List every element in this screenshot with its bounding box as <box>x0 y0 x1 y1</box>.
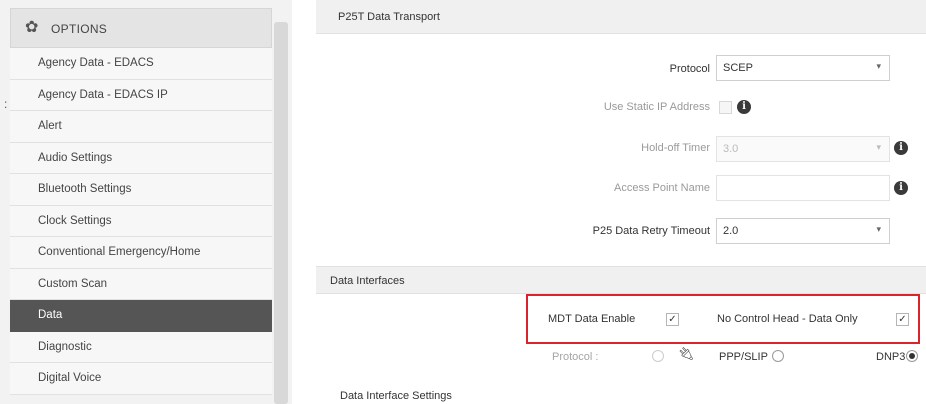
ppp-slip-radio[interactable] <box>772 350 784 362</box>
dnp3-label: DNP3 <box>876 351 906 363</box>
no-control-head-label: No Control Head - Data Only <box>717 313 858 325</box>
protocol-value: SCEP <box>723 62 753 74</box>
data-interfaces-title: Data Interfaces <box>330 275 405 287</box>
protocol-label: Protocol <box>669 63 710 75</box>
serial-protocol-radio[interactable] <box>652 350 664 362</box>
apn-info-icon[interactable]: i <box>894 181 908 195</box>
protocol-select[interactable]: SCEP ▾ <box>716 55 890 81</box>
options-menu: Agency Data - EDACS Agency Data - EDACS … <box>10 48 272 395</box>
static-ip-label: Use Static IP Address <box>603 101 710 113</box>
data-interfaces-header: Data Interfaces <box>316 266 926 294</box>
apn-label: Access Point Name <box>614 182 710 194</box>
holdoff-timer-label: Hold-off Timer <box>641 142 710 154</box>
sidebar-item-conventional-emergency-home[interactable]: Conventional Emergency/Home <box>10 237 272 269</box>
retry-timeout-value: 2.0 <box>723 225 739 237</box>
holdoff-timer-select[interactable]: 3.0 ▾ <box>716 136 890 162</box>
options-header[interactable]: ✿ OPTIONS <box>10 8 272 48</box>
static-ip-checkbox[interactable] <box>719 101 732 114</box>
sidebar-item-diagnostic[interactable]: Diagnostic <box>10 331 272 363</box>
data-interface-settings-title: Data Interface Settings <box>340 390 452 402</box>
options-title: OPTIONS <box>51 22 108 36</box>
holdoff-info-icon[interactable]: i <box>894 141 908 155</box>
sidebar-item-agency-data-edacs-ip[interactable]: Agency Data - EDACS IP <box>10 79 272 111</box>
chevron-down-icon: ▾ <box>876 61 881 71</box>
ppp-slip-label: PPP/SLIP <box>719 351 768 363</box>
retry-timeout-label: P25 Data Retry Timeout <box>592 225 710 237</box>
apn-field[interactable] <box>716 175 890 201</box>
interface-protocol-label: Protocol : <box>552 351 599 363</box>
holdoff-timer-value: 3.0 <box>723 143 739 155</box>
options-sidebar: ✿ OPTIONS Agency Data - EDACS Agency Dat… <box>0 0 292 404</box>
sidebar-item-digital-voice[interactable]: Digital Voice <box>10 363 272 395</box>
plug-icon: 🔌︎ <box>678 346 695 361</box>
dnp3-radio[interactable] <box>906 350 918 362</box>
static-ip-info-icon[interactable]: i <box>737 100 751 114</box>
sidebar-scrollbar[interactable] <box>274 22 288 404</box>
main-panel: P25T Data Transport Protocol SCEP ▾ Use … <box>316 0 926 404</box>
sidebar-item-data[interactable]: Data <box>10 300 272 332</box>
chevron-down-icon: ▾ <box>876 142 881 152</box>
retry-timeout-select[interactable]: 2.0 ▾ <box>716 218 890 244</box>
panel-divider <box>292 0 316 404</box>
gear-icon: ✿ <box>25 19 39 36</box>
cursor-marker: : <box>4 97 8 111</box>
no-control-head-checkbox[interactable]: ✓ <box>896 313 909 326</box>
p25t-section-header: P25T Data Transport <box>316 0 926 34</box>
sidebar-item-audio-settings[interactable]: Audio Settings <box>10 142 272 174</box>
chevron-down-icon: ▾ <box>876 224 881 234</box>
sidebar-item-bluetooth-settings[interactable]: Bluetooth Settings <box>10 174 272 206</box>
p25t-section-title: P25T Data Transport <box>338 11 440 23</box>
mdt-data-enable-label: MDT Data Enable <box>548 313 636 325</box>
sidebar-item-agency-data-edacs[interactable]: Agency Data - EDACS <box>10 48 272 80</box>
sidebar-item-custom-scan[interactable]: Custom Scan <box>10 268 272 300</box>
sidebar-item-alert[interactable]: Alert <box>10 111 272 143</box>
mdt-data-enable-checkbox[interactable]: ✓ <box>666 313 679 326</box>
sidebar-item-clock-settings[interactable]: Clock Settings <box>10 205 272 237</box>
